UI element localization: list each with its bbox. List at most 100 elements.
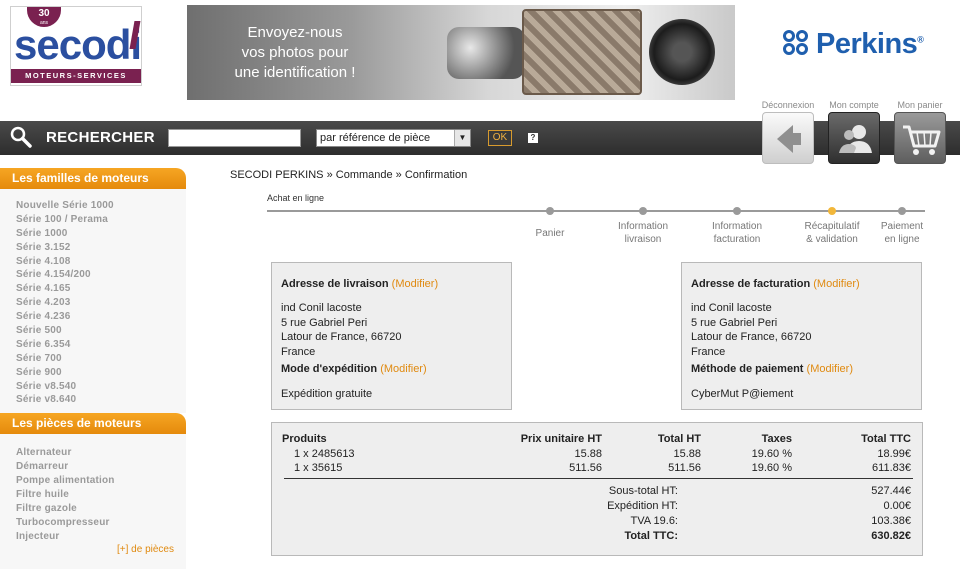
step-dot-cart: [546, 207, 554, 215]
sidebar-item-engine[interactable]: Série 100 / Perama: [16, 213, 186, 227]
total-ttc-label: Total TTC:: [624, 530, 678, 542]
billing-panel: Adresse de facturation (Modifier) ind Co…: [681, 262, 922, 410]
secodi-logo[interactable]: 30 ans secodi MOTEURS-SERVICES: [10, 6, 142, 86]
engine-parts-heading: Les pièces de moteurs: [0, 413, 186, 435]
step-label-cart[interactable]: Panier: [510, 227, 590, 240]
shipping-value: 0.00€: [883, 500, 911, 512]
engine-families-list: Nouvelle Série 1000 Série 100 / Perama S…: [0, 189, 186, 414]
sidebar-item-part[interactable]: Filtre huile: [16, 488, 186, 502]
sidebar-item-part[interactable]: Filtre gazole: [16, 502, 186, 516]
sidebar-item-engine[interactable]: Série 3.152: [16, 241, 186, 255]
step-label-delivery[interactable]: Information livraison: [603, 220, 683, 246]
order-summary-table: Produits Prix unitaire HT Total HT Taxes…: [271, 422, 923, 556]
delivery-address: ind Conil lacoste 5 rue Gabriel Peri Lat…: [281, 302, 402, 358]
vat-label: TVA 19.6:: [630, 515, 679, 527]
water-pump-image: [649, 19, 715, 85]
col-header-unit-price: Prix unitaire HT: [520, 433, 602, 445]
order-row-tax: 19.60 %: [751, 448, 792, 460]
banner-text: Envoyez-nous vos photos pour une identif…: [234, 24, 356, 81]
order-row-total-ttc: 611.83€: [872, 462, 911, 474]
sidebar-item-engine[interactable]: Série 4.154/200: [16, 268, 186, 282]
starter-motor-image: [447, 27, 525, 79]
col-header-taxes: Taxes: [761, 433, 792, 445]
perkins-mark-icon: [782, 29, 812, 59]
order-row-total-ttc: 18.99€: [877, 448, 911, 460]
shipping-label: Expédition HT:: [607, 500, 678, 512]
logo-tagline: MOTEURS-SERVICES: [11, 69, 141, 83]
cylinder-head-image: [522, 9, 642, 95]
subtotal-label: Sous-total HT:: [608, 485, 678, 497]
sidebar-item-engine[interactable]: Série 4.165: [16, 282, 186, 296]
search-label: RECHERCHER: [46, 129, 155, 146]
sidebar-item-part[interactable]: Démarreur: [16, 460, 186, 474]
order-row-unit-price: 15.88: [574, 448, 602, 460]
help-icon[interactable]: ?: [528, 133, 538, 143]
sidebar-item-engine[interactable]: Série 700: [16, 352, 186, 366]
sidebar-item-engine[interactable]: Série v8.640: [16, 393, 186, 407]
sidebar-item-part[interactable]: Pompe alimentation: [16, 474, 186, 488]
totals-divider: [284, 478, 913, 479]
billing-address-title: Adresse de facturation (Modifier): [691, 278, 860, 290]
sidebar-item-engine[interactable]: Série 4.203: [16, 296, 186, 310]
order-row-product: 1 x 35615: [294, 462, 343, 474]
chevron-down-icon: ▼: [454, 130, 470, 146]
step-dot-payment: [898, 207, 906, 215]
logout-button[interactable]: [762, 112, 814, 164]
logout-link[interactable]: Déconnexion: [753, 100, 823, 110]
order-row-total-ht: 511.56: [668, 462, 701, 474]
shipping-method-title: Mode d'expédition (Modifier): [281, 363, 427, 375]
step-label-billing[interactable]: Information facturation: [697, 220, 777, 246]
search-icon: [10, 126, 32, 148]
modify-billing-link[interactable]: (Modifier): [813, 278, 859, 290]
sidebar-item-engine[interactable]: Série 500: [16, 324, 186, 338]
delivery-address-title: Adresse de livraison (Modifier): [281, 278, 439, 290]
modify-payment-link[interactable]: (Modifier): [807, 363, 853, 375]
engine-parts-list: Alternateur Démarreur Pompe alimentation…: [0, 434, 186, 569]
modify-delivery-link[interactable]: (Modifier): [392, 278, 438, 290]
step-label-payment: Paiement en ligne: [880, 221, 924, 245]
checkout-progress-line: [267, 210, 925, 212]
total-ttc-value: 630.82€: [871, 530, 911, 542]
step-dot-delivery: [639, 207, 647, 215]
search-input[interactable]: [168, 129, 301, 147]
shipping-method-value: Expédition gratuite: [281, 388, 373, 400]
sidebar-item-engine[interactable]: Série 6.354: [16, 338, 186, 352]
delivery-panel: Adresse de livraison (Modifier) ind Coni…: [271, 262, 512, 410]
sidebar-item-engine[interactable]: Série 4.236: [16, 310, 186, 324]
header: 30 ans secodi MOTEURS-SERVICES Envoyez-no…: [0, 0, 960, 121]
breadcrumb: SECODI PERKINS » Commande » Confirmation: [230, 169, 468, 181]
cart-icon: [903, 125, 941, 155]
subtotal-value: 527.44€: [871, 485, 911, 497]
sidebar-item-part[interactable]: Injecteur: [16, 530, 186, 544]
payment-method-title: Méthode de paiement (Modifier): [691, 363, 853, 375]
account-link[interactable]: Mon compte: [819, 100, 889, 110]
sidebar-item-engine[interactable]: Série v8.540: [16, 380, 186, 394]
step-dot-summary: [828, 207, 836, 215]
sidebar-item-engine[interactable]: Série 4.108: [16, 255, 186, 269]
photo-identification-banner[interactable]: Envoyez-nous vos photos pour une identif…: [187, 5, 735, 100]
order-row-product: 1 x 2485613: [294, 448, 355, 460]
sidebar-item-engine[interactable]: Série 900: [16, 366, 186, 380]
sidebar-item-part[interactable]: Turbocompresseur: [16, 516, 186, 530]
cart-button[interactable]: [894, 112, 946, 164]
modify-shipping-link[interactable]: (Modifier): [380, 363, 426, 375]
perkins-logo: Perkins®: [782, 27, 924, 61]
step-label-summary: Récapitulatif & validation: [804, 221, 860, 245]
vat-value: 103.38€: [871, 515, 911, 527]
sidebar-item-part[interactable]: Alternateur: [16, 446, 186, 460]
col-header-total-ttc: Total TTC: [861, 433, 911, 445]
sidebar: Les familles de moteurs Nouvelle Série 1…: [0, 168, 186, 569]
checkout-steps-title: Achat en ligne: [267, 193, 325, 203]
payment-method-value: CyberMut P@iement: [691, 388, 794, 400]
order-row-unit-price: 511.56: [569, 462, 602, 474]
user-icon: [839, 125, 872, 153]
back-arrow-icon: [777, 125, 801, 153]
search-ok-button[interactable]: OK: [488, 130, 512, 146]
cart-link[interactable]: Mon panier: [885, 100, 955, 110]
account-button[interactable]: [828, 112, 880, 164]
more-parts-link[interactable]: [+] de pièces: [117, 544, 174, 555]
search-type-select[interactable]: par référence de pièce ▼: [316, 129, 471, 147]
order-row-tax: 19.60 %: [751, 462, 792, 474]
sidebar-item-engine[interactable]: Série 1000: [16, 227, 186, 241]
sidebar-item-engine[interactable]: Nouvelle Série 1000: [16, 199, 186, 213]
